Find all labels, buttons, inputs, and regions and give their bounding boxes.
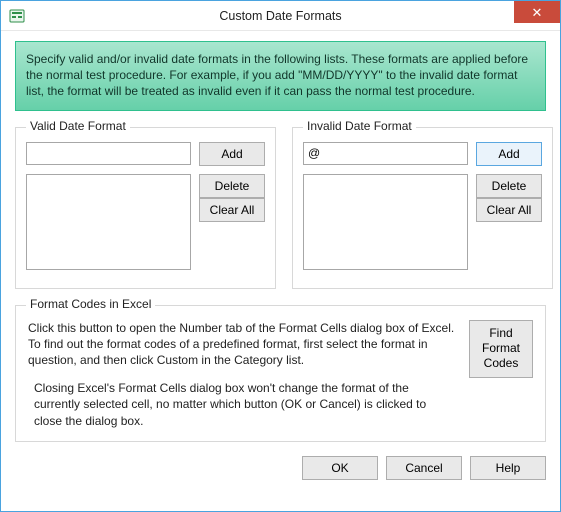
valid-format-group: Valid Date Format Add Delete Clear All [15, 127, 276, 289]
close-icon: ✕ [532, 6, 543, 19]
ok-button[interactable]: OK [302, 456, 378, 480]
invalid-group-title: Invalid Date Format [303, 119, 416, 133]
format-codes-text: Click this button to open the Number tab… [28, 320, 455, 429]
valid-group-title: Valid Date Format [26, 119, 130, 133]
format-codes-p1: Click this button to open the Number tab… [28, 320, 455, 369]
window-title: Custom Date Formats [1, 9, 560, 23]
invalid-add-button[interactable]: Add [476, 142, 542, 166]
valid-format-input[interactable] [26, 142, 191, 165]
close-button[interactable]: ✕ [514, 1, 560, 23]
help-button[interactable]: Help [470, 456, 546, 480]
dialog-content: Specify valid and/or invalid date format… [1, 31, 560, 492]
app-icon [9, 8, 25, 24]
find-format-codes-button[interactable]: Find Format Codes [469, 320, 533, 378]
invalid-clearall-button[interactable]: Clear All [476, 198, 542, 222]
invalid-format-group: Invalid Date Format Add Delete Clear All [292, 127, 553, 289]
valid-side-buttons: Delete Clear All [199, 174, 265, 222]
invalid-format-input[interactable] [303, 142, 468, 165]
invalid-side-buttons: Delete Clear All [476, 174, 542, 222]
invalid-delete-button[interactable]: Delete [476, 174, 542, 198]
invalid-format-list[interactable] [303, 174, 468, 270]
format-codes-p2: Closing Excel's Format Cells dialog box … [28, 380, 455, 429]
format-groups-row: Valid Date Format Add Delete Clear All I… [15, 127, 546, 289]
format-codes-title: Format Codes in Excel [26, 297, 155, 311]
valid-delete-button[interactable]: Delete [199, 174, 265, 198]
valid-add-button[interactable]: Add [199, 142, 265, 166]
instruction-banner: Specify valid and/or invalid date format… [15, 41, 546, 111]
cancel-button[interactable]: Cancel [386, 456, 462, 480]
dialog-footer: OK Cancel Help [15, 456, 546, 480]
valid-clearall-button[interactable]: Clear All [199, 198, 265, 222]
format-codes-group: Format Codes in Excel Click this button … [15, 305, 546, 442]
title-bar: Custom Date Formats ✕ [1, 1, 560, 31]
valid-format-list[interactable] [26, 174, 191, 270]
